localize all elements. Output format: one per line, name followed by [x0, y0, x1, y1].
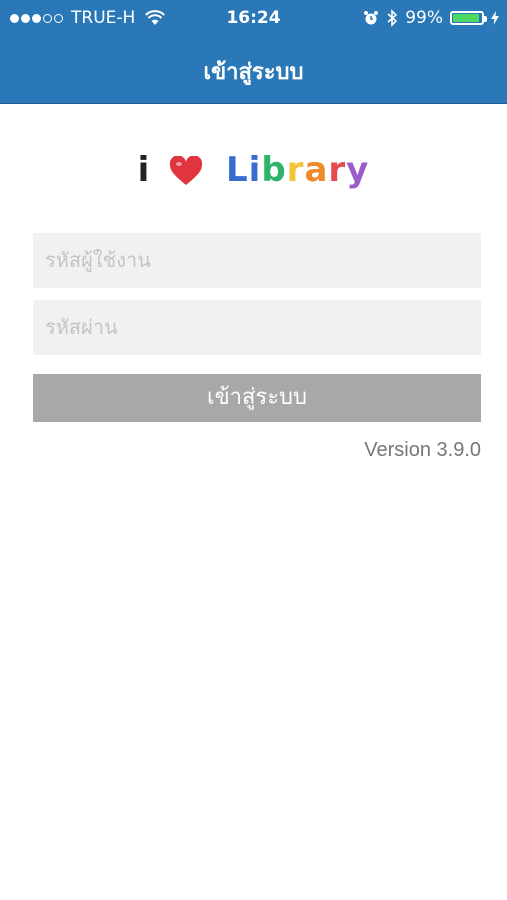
page-title: เข้าสู่ระบบ — [203, 60, 304, 85]
battery-percent: 99% — [405, 8, 443, 28]
logo-word-library: Library — [226, 150, 369, 190]
version-label: Version 3.9.0 — [364, 439, 481, 461]
logo-letter-0: L — [225, 150, 249, 190]
app-logo: i Library — [0, 150, 507, 190]
battery-icon — [450, 11, 487, 25]
login-button[interactable]: เข้าสู่ระบบ — [33, 374, 481, 422]
logo-letter-2: b — [261, 150, 287, 190]
logo-letter-1: i — [248, 150, 262, 190]
logo-letter-6: y — [346, 150, 370, 190]
bluetooth-icon — [387, 9, 398, 27]
alarm-clock-icon — [364, 11, 379, 25]
logo-letter-5: r — [328, 150, 347, 190]
navigation-bar: TRUE-H 16:24 99% เข้าสู่ระบบ — [0, 0, 507, 104]
heart-icon — [170, 156, 203, 185]
username-input[interactable]: รหัสผู้ใช้งาน — [33, 233, 481, 288]
logo-letter-3: r — [286, 150, 305, 190]
password-placeholder: รหัสผ่าน — [45, 315, 118, 339]
charging-bolt-icon — [491, 11, 499, 25]
logo-letter-4: a — [304, 150, 329, 190]
status-bar: TRUE-H 16:24 99% — [0, 0, 507, 36]
password-input[interactable]: รหัสผ่าน — [33, 300, 481, 355]
logo-letter-i: i — [137, 150, 151, 190]
username-placeholder: รหัสผู้ใช้งาน — [45, 248, 151, 272]
